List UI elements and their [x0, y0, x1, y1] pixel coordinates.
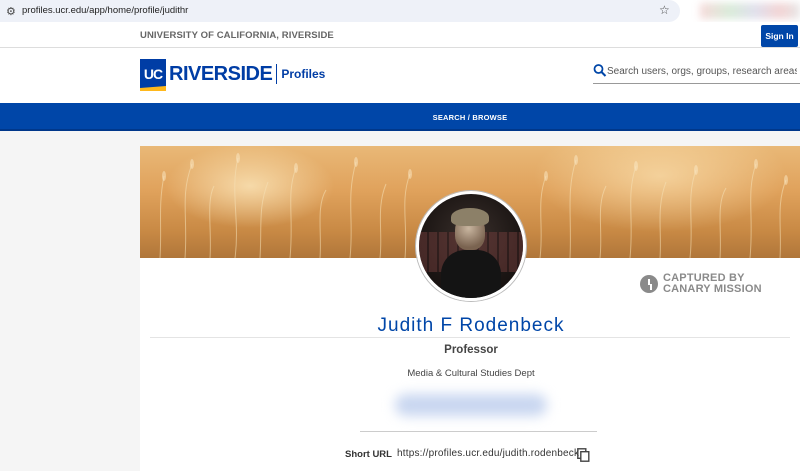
logo-uc: UC	[140, 59, 166, 89]
profile-title: Professor	[444, 344, 498, 356]
search-icon[interactable]	[593, 63, 607, 77]
clock-icon	[640, 275, 658, 293]
logo-profiles: Profiles	[281, 67, 326, 81]
profile-card: CAPTURED BY CANARY MISSION Judith F Roden…	[140, 146, 800, 471]
star-icon[interactable]: ☆	[659, 3, 670, 17]
watermark-text: CAPTURED BY CANARY MISSION	[663, 272, 762, 295]
university-bar: UNIVERSITY OF CALIFORNIA, RIVERSIDE Sign…	[0, 22, 800, 48]
url-field[interactable]: ⚙ profiles.ucr.edu/app/home/profile/judi…	[0, 0, 680, 22]
sign-in-button[interactable]: Sign In	[761, 25, 798, 47]
watermark: CAPTURED BY CANARY MISSION	[640, 273, 762, 295]
copy-icon[interactable]	[577, 448, 590, 462]
redacted-content	[395, 394, 547, 416]
divider	[150, 337, 790, 338]
search-input[interactable]	[607, 62, 797, 80]
university-name[interactable]: UNIVERSITY OF CALIFORNIA, RIVERSIDE	[140, 30, 334, 41]
site-settings-icon[interactable]: ⚙	[6, 5, 16, 18]
browser-address-bar: ⚙ profiles.ucr.edu/app/home/profile/judi…	[0, 0, 800, 22]
logo-riverside: RIVERSIDE	[169, 62, 273, 85]
main-nav: SEARCH / BROWSE	[0, 103, 800, 131]
browser-extensions	[700, 3, 800, 19]
profile-name: Judith F Rodenbeck	[377, 315, 565, 336]
logo-divider	[276, 64, 278, 84]
profile-department[interactable]: Media & Cultural Studies Dept	[140, 368, 800, 379]
short-url-value[interactable]: https://profiles.ucr.edu/judith.rodenbec…	[397, 448, 579, 459]
url-text[interactable]: profiles.ucr.edu/app/home/profile/judith…	[22, 5, 188, 16]
divider	[360, 431, 597, 432]
short-url-label: Short URL	[345, 449, 392, 460]
search-browse-link[interactable]: SEARCH / BROWSE	[0, 113, 800, 122]
profile-photo	[416, 191, 526, 301]
uc-riverside-profiles-logo[interactable]: UC RIVERSIDE Profiles	[140, 59, 325, 89]
search-box	[593, 62, 800, 84]
